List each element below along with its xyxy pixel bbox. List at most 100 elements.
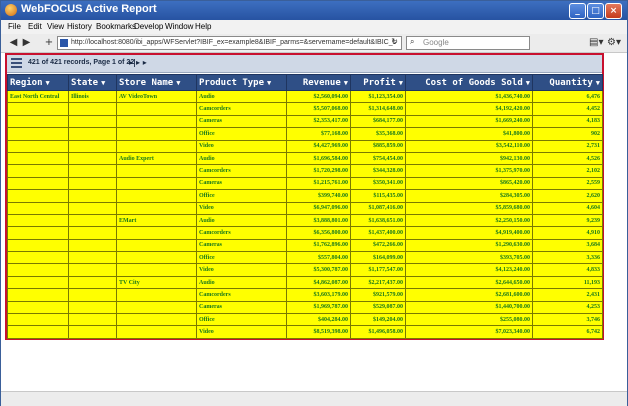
table-cell[interactable] (116, 300, 197, 315)
table-cell[interactable]: TV City (116, 275, 197, 290)
table-cell[interactable]: $1,669,240.00 (405, 114, 533, 129)
table-cell[interactable]: 9,239 (532, 213, 603, 228)
table-cell[interactable]: 2,620 (532, 189, 603, 203)
table-cell[interactable] (7, 300, 69, 315)
table-cell[interactable]: $4,192,420.00 (405, 102, 533, 116)
table-cell[interactable]: $41,800.00 (405, 127, 533, 141)
table-cell[interactable]: Office (196, 251, 287, 265)
table-cell[interactable] (7, 151, 69, 166)
table-cell[interactable]: 6,742 (532, 325, 603, 339)
table-cell[interactable] (116, 288, 197, 302)
table-cell[interactable]: Camcorders (196, 102, 287, 116)
column-header-state[interactable]: State ▼ (68, 74, 117, 91)
table-cell[interactable]: $2,644,650.00 (405, 275, 533, 290)
table-cell[interactable]: 4,183 (532, 114, 603, 129)
table-cell[interactable]: $684,177.00 (350, 114, 406, 129)
table-cell[interactable]: $3,542,110.00 (405, 139, 533, 153)
table-cell[interactable] (7, 164, 69, 178)
table-cell[interactable]: $2,250,150.00 (405, 213, 533, 228)
column-header-quantity[interactable]: Quantity ▼ (532, 74, 603, 91)
table-cell[interactable] (68, 151, 117, 166)
table-cell[interactable]: Video (196, 201, 287, 215)
table-row[interactable]: Camcorders $5,507,068.00 $1,314,648.00 $4,1… (7, 102, 603, 116)
table-row[interactable]: Cameras $2,353,417.00 $684,177.00 $1,669,24… (7, 114, 603, 129)
table-cell[interactable]: $8,519,398.00 (286, 325, 351, 339)
table-cell[interactable] (7, 102, 69, 116)
table-cell[interactable]: Audio (196, 213, 287, 228)
table-cell[interactable] (7, 313, 69, 327)
table-cell[interactable]: $3,888,801.00 (286, 213, 351, 228)
table-row[interactable]: Cameras $1,762,896.00 $472,266.00 $1,290,63… (7, 238, 603, 253)
menu-develop[interactable]: Develop (134, 22, 163, 31)
page-menu-icon[interactable]: ▤▾ (589, 37, 603, 48)
sort-menu-icon[interactable]: ▼ (596, 79, 600, 87)
table-cell[interactable] (116, 114, 197, 129)
table-cell[interactable]: $1,720,298.00 (286, 164, 351, 178)
table-row[interactable]: Office $399,740.00 $115,435.00 $284,305.00 2… (7, 189, 603, 203)
menu-help[interactable]: Help (195, 22, 211, 31)
sort-menu-icon[interactable]: ▼ (176, 79, 180, 87)
table-cell[interactable]: Office (196, 189, 287, 203)
table-cell[interactable]: $557,804.00 (286, 251, 351, 265)
table-cell[interactable] (116, 263, 197, 277)
table-cell[interactable] (68, 313, 117, 327)
table-cell[interactable]: $921,579.00 (350, 288, 406, 302)
gear-icon[interactable]: ⚙▾ (607, 37, 621, 48)
table-cell[interactable]: 3,684 (532, 238, 603, 253)
table-cell[interactable]: Video (196, 139, 287, 153)
column-header-revenue[interactable]: Revenue ▼ (286, 74, 351, 91)
table-cell[interactable]: Audio (196, 89, 287, 104)
table-cell[interactable]: $4,919,400.00 (405, 226, 533, 240)
table-cell[interactable]: 2,559 (532, 176, 603, 191)
table-row[interactable]: Cameras $1,969,787.00 $529,087.00 $1,440,70… (7, 300, 603, 315)
forward-icon[interactable]: ▶ (21, 37, 32, 49)
column-header-product-type[interactable]: Product Type ▼ (196, 74, 287, 91)
menu-bookmarks[interactable]: Bookmarks (96, 22, 136, 31)
table-cell[interactable]: $4,123,240.00 (405, 263, 533, 277)
table-cell[interactable] (7, 238, 69, 253)
table-cell[interactable] (7, 139, 69, 153)
sort-menu-icon[interactable]: ▼ (399, 79, 403, 87)
table-cell[interactable] (68, 251, 117, 265)
table-cell[interactable] (7, 226, 69, 240)
table-cell[interactable]: $115,435.00 (350, 189, 406, 203)
table-cell[interactable]: $3,603,179.00 (286, 288, 351, 302)
table-cell[interactable]: $1,215,761.00 (286, 176, 351, 191)
table-cell[interactable]: Audio Expert (116, 151, 197, 166)
table-cell[interactable] (68, 263, 117, 277)
menu-history[interactable]: History (67, 22, 92, 31)
table-cell[interactable]: $1,314,648.00 (350, 102, 406, 116)
table-cell[interactable]: $7,023,340.00 (405, 325, 533, 339)
table-cell[interactable] (7, 213, 69, 228)
table-row[interactable]: EMart Audio $3,888,801.00 $1,638,651.00 $2,2… (7, 213, 603, 228)
table-cell[interactable]: $942,130.00 (405, 151, 533, 166)
table-cell[interactable]: $1,762,896.00 (286, 238, 351, 253)
table-cell[interactable]: 4,452 (532, 102, 603, 116)
table-row[interactable]: Camcorders $6,356,800.00 $1,437,400.00 $4,9… (7, 226, 603, 240)
table-cell[interactable]: 2,731 (532, 139, 603, 153)
table-cell[interactable] (7, 114, 69, 129)
table-row[interactable]: Office $404,284.00 $149,204.00 $255,080.00 3… (7, 313, 603, 327)
table-cell[interactable]: $6,947,096.00 (286, 201, 351, 215)
column-header-cost-of-goods-sold[interactable]: Cost of Goods Sold ▼ (405, 74, 533, 91)
table-cell[interactable]: Cameras (196, 238, 287, 253)
table-cell[interactable]: Cameras (196, 176, 287, 191)
table-cell[interactable]: $404,284.00 (286, 313, 351, 327)
table-cell[interactable]: Office (196, 127, 287, 141)
menu-view[interactable]: View (47, 22, 64, 31)
table-cell[interactable]: $393,705.00 (405, 251, 533, 265)
table-row[interactable]: Cameras $1,215,761.00 $350,341.00 $865,420.… (7, 176, 603, 191)
table-cell[interactable]: $1,290,630.00 (405, 238, 533, 253)
table-cell[interactable] (7, 201, 69, 215)
table-cell[interactable]: Camcorders (196, 226, 287, 240)
table-cell[interactable] (68, 226, 117, 240)
table-cell[interactable]: $1,696,584.00 (286, 151, 351, 166)
table-cell[interactable]: $1,375,970.00 (405, 164, 533, 178)
table-cell[interactable] (68, 325, 117, 339)
table-cell[interactable]: 3,746 (532, 313, 603, 327)
table-cell[interactable]: $5,859,680.00 (405, 201, 533, 215)
page-navigation-icons[interactable]: ▸|▸ ▸ (129, 58, 147, 67)
table-cell[interactable] (116, 325, 197, 339)
sort-menu-icon[interactable]: ▼ (526, 79, 530, 87)
table-cell[interactable]: Video (196, 325, 287, 339)
